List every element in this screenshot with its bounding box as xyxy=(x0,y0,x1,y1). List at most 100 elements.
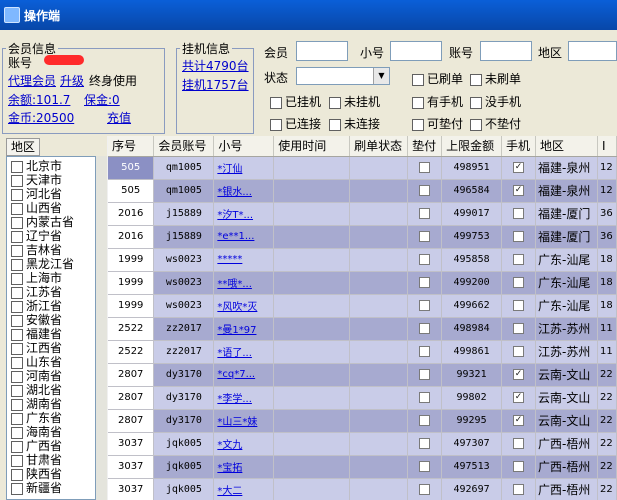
advance-checkbox[interactable] xyxy=(419,231,431,242)
phone-checkbox[interactable] xyxy=(513,300,525,311)
region-item[interactable]: 山西省 xyxy=(11,201,62,215)
column-header[interactable]: 刷单状态 xyxy=(349,136,409,157)
hung-checkbox[interactable]: 已挂机 xyxy=(270,93,321,110)
phone-checkbox[interactable] xyxy=(513,277,525,288)
column-header[interactable]: 使用时间 xyxy=(273,136,351,157)
region-item[interactable]: 浙江省 xyxy=(11,299,62,313)
has-phone-checkbox[interactable]: 有手机 xyxy=(412,93,463,110)
region-checkbox[interactable] xyxy=(11,440,23,453)
table-row[interactable]: 3037 jqk005 *大二 492697 广西-梧州 22 xyxy=(108,478,617,500)
table-row[interactable]: 505 qm1005 *汀仙 498951 ✓ 福建-泉州 12 xyxy=(108,156,617,180)
region-checkbox[interactable] xyxy=(11,202,23,215)
advance-checkbox[interactable] xyxy=(419,438,431,449)
small-account-link[interactable]: *cq*7... xyxy=(213,363,275,387)
region-item[interactable]: 山东省 xyxy=(11,355,62,369)
small-account-link[interactable]: *曼1*97 xyxy=(213,317,275,341)
advance-checkbox[interactable] xyxy=(419,369,431,380)
region-checkbox[interactable] xyxy=(11,314,23,327)
region-checkbox[interactable] xyxy=(11,468,23,481)
table-row[interactable]: 1999 ws0023 ***** 495858 广东-汕尾 18 xyxy=(108,248,617,272)
small-account-link[interactable]: *汐T*... xyxy=(213,202,275,226)
phone-checkbox[interactable]: ✓ xyxy=(513,162,525,173)
phone-checkbox[interactable] xyxy=(513,208,525,219)
advance-checkbox[interactable] xyxy=(419,300,431,311)
small-account-link[interactable]: **哦*... xyxy=(213,271,275,295)
region-filter-input[interactable] xyxy=(568,41,617,61)
column-header[interactable]: 地区 xyxy=(535,136,598,157)
phone-checkbox[interactable] xyxy=(513,231,525,242)
phone-checkbox[interactable]: ✓ xyxy=(513,415,525,426)
region-item[interactable]: 吉林省 xyxy=(11,243,62,257)
member-filter-input[interactable] xyxy=(296,41,348,61)
unconnected-checkbox[interactable]: 未连接 xyxy=(329,115,380,132)
advance-checkbox[interactable] xyxy=(419,208,431,219)
region-item[interactable]: 海南省 xyxy=(11,425,62,439)
unbrushed-checkbox[interactable]: 未刷单 xyxy=(470,70,521,87)
phone-checkbox[interactable] xyxy=(513,461,525,472)
region-checkbox[interactable] xyxy=(11,272,23,285)
no-advance-checkbox[interactable]: 不垫付 xyxy=(470,115,521,132)
column-header[interactable]: I xyxy=(597,136,617,157)
unhung-checkbox[interactable]: 未挂机 xyxy=(329,93,380,110)
balance-link[interactable]: 余额:101.7 xyxy=(8,91,70,108)
table-row[interactable]: 2807 dy3170 *山三*妹 99295 ✓ 云南-文山 22 xyxy=(108,409,617,433)
table-row[interactable]: 2016 j15889 *e**1... 499753 福建-厦门 36 xyxy=(108,225,617,249)
column-header[interactable]: 垫付 xyxy=(407,136,443,157)
small-filter-input[interactable] xyxy=(390,41,442,61)
advance-checkbox[interactable] xyxy=(419,392,431,403)
column-header[interactable]: 手机 xyxy=(501,136,536,157)
region-item[interactable]: 广西省 xyxy=(11,439,62,453)
table-row[interactable]: 2522 zz2017 *曼1*97 498984 江苏-苏州 11 xyxy=(108,317,617,341)
advance-checkbox[interactable] xyxy=(419,277,431,288)
advance-checkbox[interactable] xyxy=(419,323,431,334)
phone-checkbox[interactable]: ✓ xyxy=(513,369,525,380)
region-item[interactable]: 上海市 xyxy=(11,271,62,285)
region-checkbox[interactable] xyxy=(11,230,23,243)
region-checkbox[interactable] xyxy=(11,244,23,257)
small-account-link[interactable]: *汀仙 xyxy=(213,156,275,180)
region-item[interactable]: 甘肃省 xyxy=(11,453,62,467)
advance-checkbox[interactable] xyxy=(419,185,431,196)
table-row[interactable]: 2807 dy3170 *李学... 99802 ✓ 云南-文山 22 xyxy=(108,386,617,410)
region-item[interactable]: 天津市 xyxy=(11,173,62,187)
table-row[interactable]: 1999 ws0023 *风吹*灭 499662 广东-汕尾 18 xyxy=(108,294,617,318)
region-item[interactable]: 湖北省 xyxy=(11,383,62,397)
recharge-link[interactable]: 充值 xyxy=(107,109,131,126)
small-account-link[interactable]: *e**1... xyxy=(213,225,275,249)
small-account-link[interactable]: *山三*妹 xyxy=(213,409,275,433)
table-row[interactable]: 2016 j15889 *汐T*... 499017 福建-厦门 36 xyxy=(108,202,617,226)
advance-checkbox[interactable] xyxy=(419,415,431,426)
advance-checkbox[interactable] xyxy=(419,346,431,357)
small-account-link[interactable]: *李学... xyxy=(213,386,275,410)
phone-checkbox[interactable] xyxy=(513,254,525,265)
phone-checkbox[interactable]: ✓ xyxy=(513,392,525,403)
region-item[interactable]: 内蒙古省 xyxy=(11,215,74,229)
region-item[interactable]: 黑龙江省 xyxy=(11,257,74,271)
phone-checkbox[interactable]: ✓ xyxy=(513,185,525,196)
table-row[interactable]: 2807 dy3170 *cq*7... 99321 ✓ 云南-文山 22 xyxy=(108,363,617,387)
total-machines-link[interactable]: 共计4790台 xyxy=(182,57,249,74)
deposit-link[interactable]: 保金:0 xyxy=(84,91,120,108)
small-account-link[interactable]: *语了... xyxy=(213,340,275,364)
region-item[interactable]: 新疆省 xyxy=(11,481,62,495)
region-checkbox[interactable] xyxy=(11,286,23,299)
advance-checkbox[interactable] xyxy=(419,162,431,173)
region-item[interactable]: 湖南省 xyxy=(11,397,62,411)
small-account-link[interactable]: *银水... xyxy=(213,179,275,203)
column-header[interactable]: 上限金额 xyxy=(441,136,503,157)
column-header[interactable]: 序号 xyxy=(108,136,155,157)
table-row[interactable]: 3037 jqk005 *宝拓 497513 广西-梧州 22 xyxy=(108,455,617,479)
region-item[interactable]: 江西省 xyxy=(11,341,62,355)
small-account-link[interactable]: *宝拓 xyxy=(213,455,275,479)
table-row[interactable]: 505 qm1005 *银水... 496584 ✓ 福建-泉州 12 xyxy=(108,179,617,203)
region-checkbox[interactable] xyxy=(11,216,23,229)
table-row[interactable]: 3037 jqk005 *文九 497307 广西-梧州 22 xyxy=(108,432,617,456)
upgrade-link[interactable]: 升级 xyxy=(60,72,84,89)
region-checkbox[interactable] xyxy=(11,412,23,425)
region-list[interactable]: 北京市 天津市 河北省 山西省 内蒙古省 辽宁省 吉林省 黑龙江省 上海市 江苏省 浙江省 安徽省 福建… xyxy=(6,156,96,500)
region-checkbox[interactable] xyxy=(11,398,23,411)
phone-checkbox[interactable] xyxy=(513,323,525,334)
region-checkbox[interactable] xyxy=(11,328,23,341)
region-checkbox[interactable] xyxy=(11,258,23,271)
small-account-link[interactable]: *风吹*灭 xyxy=(213,294,275,318)
